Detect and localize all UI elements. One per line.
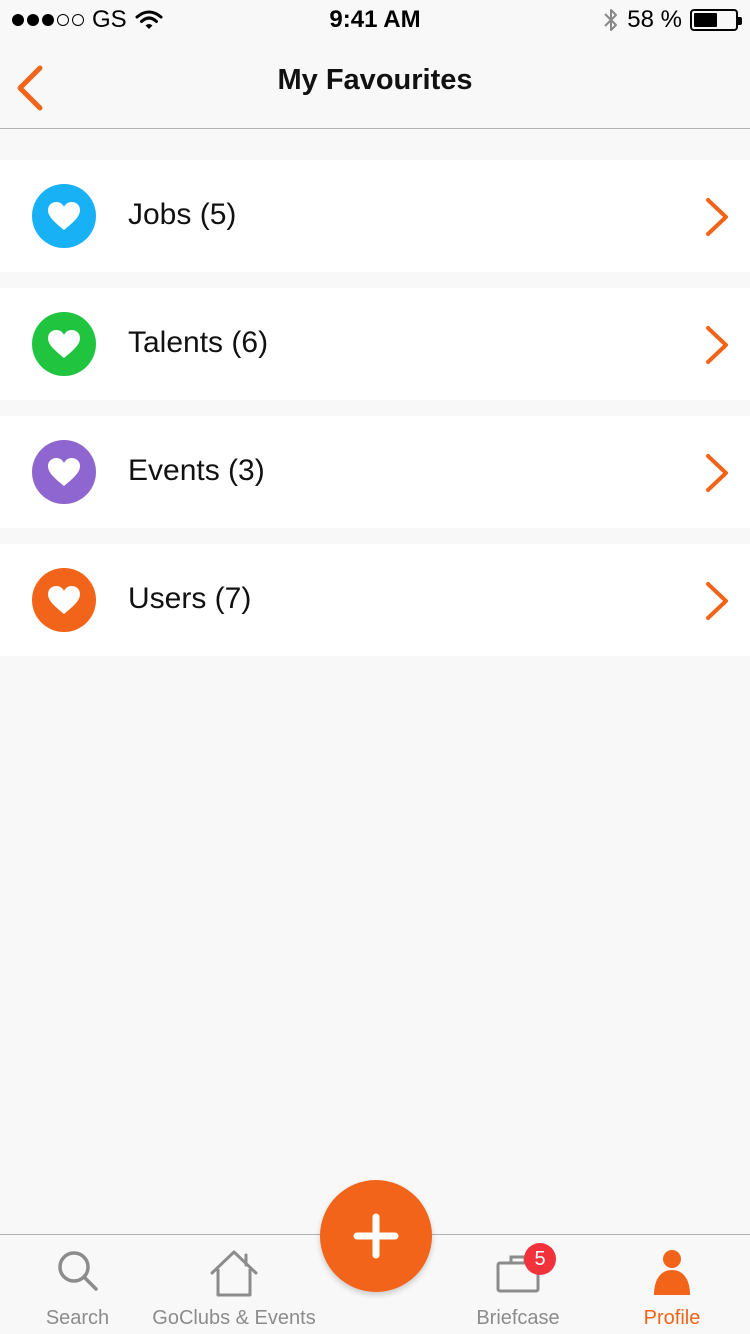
tab-profile[interactable]: Profile — [614, 1235, 730, 1334]
tab-briefcase[interactable]: 5 Briefcase — [460, 1235, 576, 1334]
favourite-item-users[interactable]: Users (7) — [0, 544, 750, 656]
jobs-heart-badge — [32, 184, 96, 248]
tab-search-label: Search — [45, 1307, 110, 1329]
heart-icon — [48, 586, 80, 614]
plus-icon — [353, 1213, 399, 1259]
tab-goclubs-events[interactable]: GoClubs & Events — [150, 1235, 318, 1334]
status-right: 58 % — [603, 6, 742, 34]
battery-icon — [690, 9, 742, 31]
tab-profile-label: Profile — [643, 1307, 701, 1329]
chevron-right-icon — [706, 582, 728, 620]
heart-icon — [48, 202, 80, 230]
chevron-right-icon — [706, 454, 728, 492]
tab-goclubs-label: GoClubs & Events — [152, 1307, 316, 1329]
events-heart-badge — [32, 440, 96, 504]
chevron-right-icon — [706, 198, 728, 236]
favourite-item-jobs[interactable]: Jobs (5) — [0, 160, 750, 272]
favourites-list: Jobs (5) Talents (6) Events (3) Users (7… — [0, 160, 750, 672]
favourite-item-events[interactable]: Events (3) — [0, 416, 750, 528]
favourite-item-label: Jobs (5) — [128, 198, 237, 231]
talents-heart-badge — [32, 312, 96, 376]
status-bar: GS 9:41 AM 58 % — [0, 0, 750, 40]
add-button[interactable] — [320, 1180, 432, 1292]
users-heart-badge — [32, 568, 96, 632]
heart-icon — [48, 330, 80, 358]
briefcase-badge: 5 — [524, 1243, 556, 1275]
chevron-right-icon — [706, 326, 728, 364]
bluetooth-icon — [604, 9, 618, 31]
favourite-item-label: Users (7) — [128, 582, 252, 615]
tab-search[interactable]: Search — [0, 1235, 155, 1334]
favourite-item-talents[interactable]: Talents (6) — [0, 288, 750, 400]
home-icon — [210, 1250, 258, 1297]
battery-percentage: 58 % — [627, 6, 682, 33]
heart-icon — [48, 458, 80, 486]
favourite-item-label: Events (3) — [128, 454, 265, 487]
navigation-bar: My Favourites — [0, 40, 750, 129]
profile-icon — [654, 1250, 690, 1295]
page-title: My Favourites — [277, 64, 473, 96]
search-icon — [57, 1251, 98, 1291]
tab-briefcase-label: Briefcase — [476, 1307, 560, 1329]
favourite-item-label: Talents (6) — [128, 326, 269, 359]
